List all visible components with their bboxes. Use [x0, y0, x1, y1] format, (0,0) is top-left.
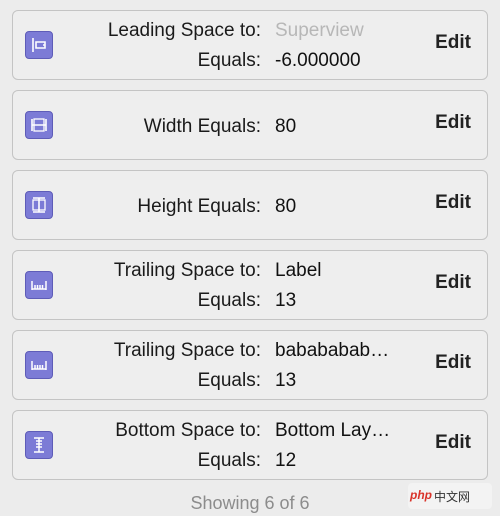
trailing-space-value: 13 [275, 370, 297, 391]
constraint-width: Width Equals: 80 Edit [12, 90, 488, 160]
edit-button[interactable]: Edit [435, 192, 471, 214]
trailing-space-icon [25, 351, 53, 379]
height-label: Height Equals: [137, 196, 261, 217]
leading-space-label: Leading Space to: [107, 20, 261, 41]
edit-button[interactable]: Edit [435, 112, 471, 134]
constraint-height: Height Equals: 80 Edit [12, 170, 488, 240]
trailing-space-label: Trailing Space to: [113, 260, 261, 281]
equals-label: Equals: [197, 370, 261, 391]
leading-space-value: -6.000000 [275, 50, 361, 71]
bottom-space-value: 12 [275, 450, 297, 471]
constraint-trailing-space-label: Trailing Space to: Label Equals: 13 Edit [12, 250, 488, 320]
edit-button[interactable]: Edit [435, 352, 471, 374]
trailing-space-label: Trailing Space to: [113, 340, 261, 361]
leading-space-target: Superview [275, 20, 364, 41]
trailing-space-value: 13 [275, 290, 297, 311]
bottom-space-icon [25, 431, 53, 459]
trailing-space-icon [25, 271, 53, 299]
width-label: Width Equals: [143, 116, 261, 137]
bottom-space-target: Bottom Lay… [275, 420, 391, 441]
constraint-trailing-space-bababab: Trailing Space to: babababab… Equals: 13… [12, 330, 488, 400]
watermark-php: php [410, 488, 432, 502]
height-icon [25, 191, 53, 219]
equals-label: Equals: [197, 50, 261, 71]
trailing-space-target: Label [275, 260, 322, 281]
width-icon [25, 111, 53, 139]
constraint-bottom-space: Bottom Space to: Bottom Lay… Equals: 12 … [12, 410, 488, 480]
constraint-leading-space: Leading Space to: Superview Equals: -6.0… [12, 10, 488, 80]
watermark-logo: php 中文网 [408, 483, 492, 509]
leading-space-icon [25, 31, 53, 59]
edit-button[interactable]: Edit [435, 272, 471, 294]
bottom-space-label: Bottom Space to: [115, 420, 261, 441]
edit-button[interactable]: Edit [435, 432, 471, 454]
height-value: 80 [275, 196, 297, 217]
equals-label: Equals: [197, 290, 261, 311]
equals-label: Equals: [197, 450, 261, 471]
watermark-cn: 中文网 [434, 490, 471, 504]
width-value: 80 [275, 116, 297, 137]
trailing-space-target: babababab… [275, 340, 390, 361]
edit-button[interactable]: Edit [435, 32, 471, 54]
